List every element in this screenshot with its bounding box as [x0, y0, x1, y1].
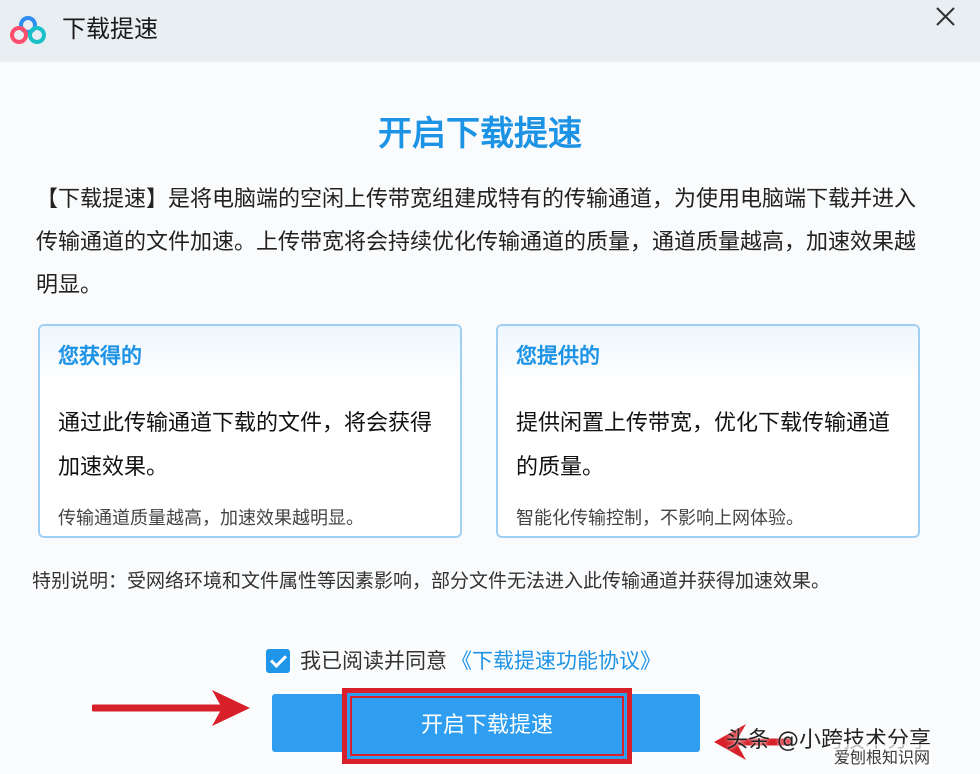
agreement-checkbox[interactable]	[266, 649, 290, 673]
watermark-site: 爱刨根知识网	[832, 744, 933, 768]
contribution-card-body: 提供闲置上传带宽，优化下载传输通道的质量。	[516, 411, 891, 480]
special-note: 特别说明：受网络环境和文件属性等因素影响，部分文件无法进入此传输通道并获得加速效…	[32, 570, 831, 592]
agreement-link[interactable]: 《下载提速功能协议》	[451, 646, 661, 676]
start-speedup-button[interactable]: 开启下载提速	[342, 688, 632, 764]
contribution-card: 您提供的 提供闲置上传带宽，优化下载传输通道的质量。 智能化传输控制，不影响上网…	[496, 324, 920, 538]
window-title: 下载提速	[62, 15, 158, 43]
close-icon[interactable]	[928, 0, 962, 34]
left-arrow-annotation-icon	[92, 690, 250, 726]
intro-text: 【下载提速】是将电脑端的空闲上传带宽组建成特有的传输通道，为使用电脑端下载并进入…	[36, 187, 917, 298]
cloud-logo-icon	[10, 16, 46, 44]
benefit-card-body: 通过此传输通道下载的文件，将会获得加速效果。	[58, 411, 433, 480]
page-heading: 开启下载提速	[378, 114, 582, 154]
agreement-text: 我已阅读并同意	[300, 649, 447, 673]
agreement-row: 我已阅读并同意 《下载提速功能协议》	[266, 646, 661, 676]
contribution-card-note: 智能化传输控制，不影响上网体验。	[516, 508, 804, 529]
benefit-card-note: 传输通道质量越高，加速效果越明显。	[58, 508, 364, 529]
benefit-card-title: 您获得的	[40, 326, 460, 386]
title-bar: 下载提速	[0, 0, 980, 62]
contribution-card-title: 您提供的	[498, 326, 918, 386]
benefit-card: 您获得的 通过此传输通道下载的文件，将会获得加速效果。 传输通道质量越高，加速效…	[38, 324, 462, 538]
